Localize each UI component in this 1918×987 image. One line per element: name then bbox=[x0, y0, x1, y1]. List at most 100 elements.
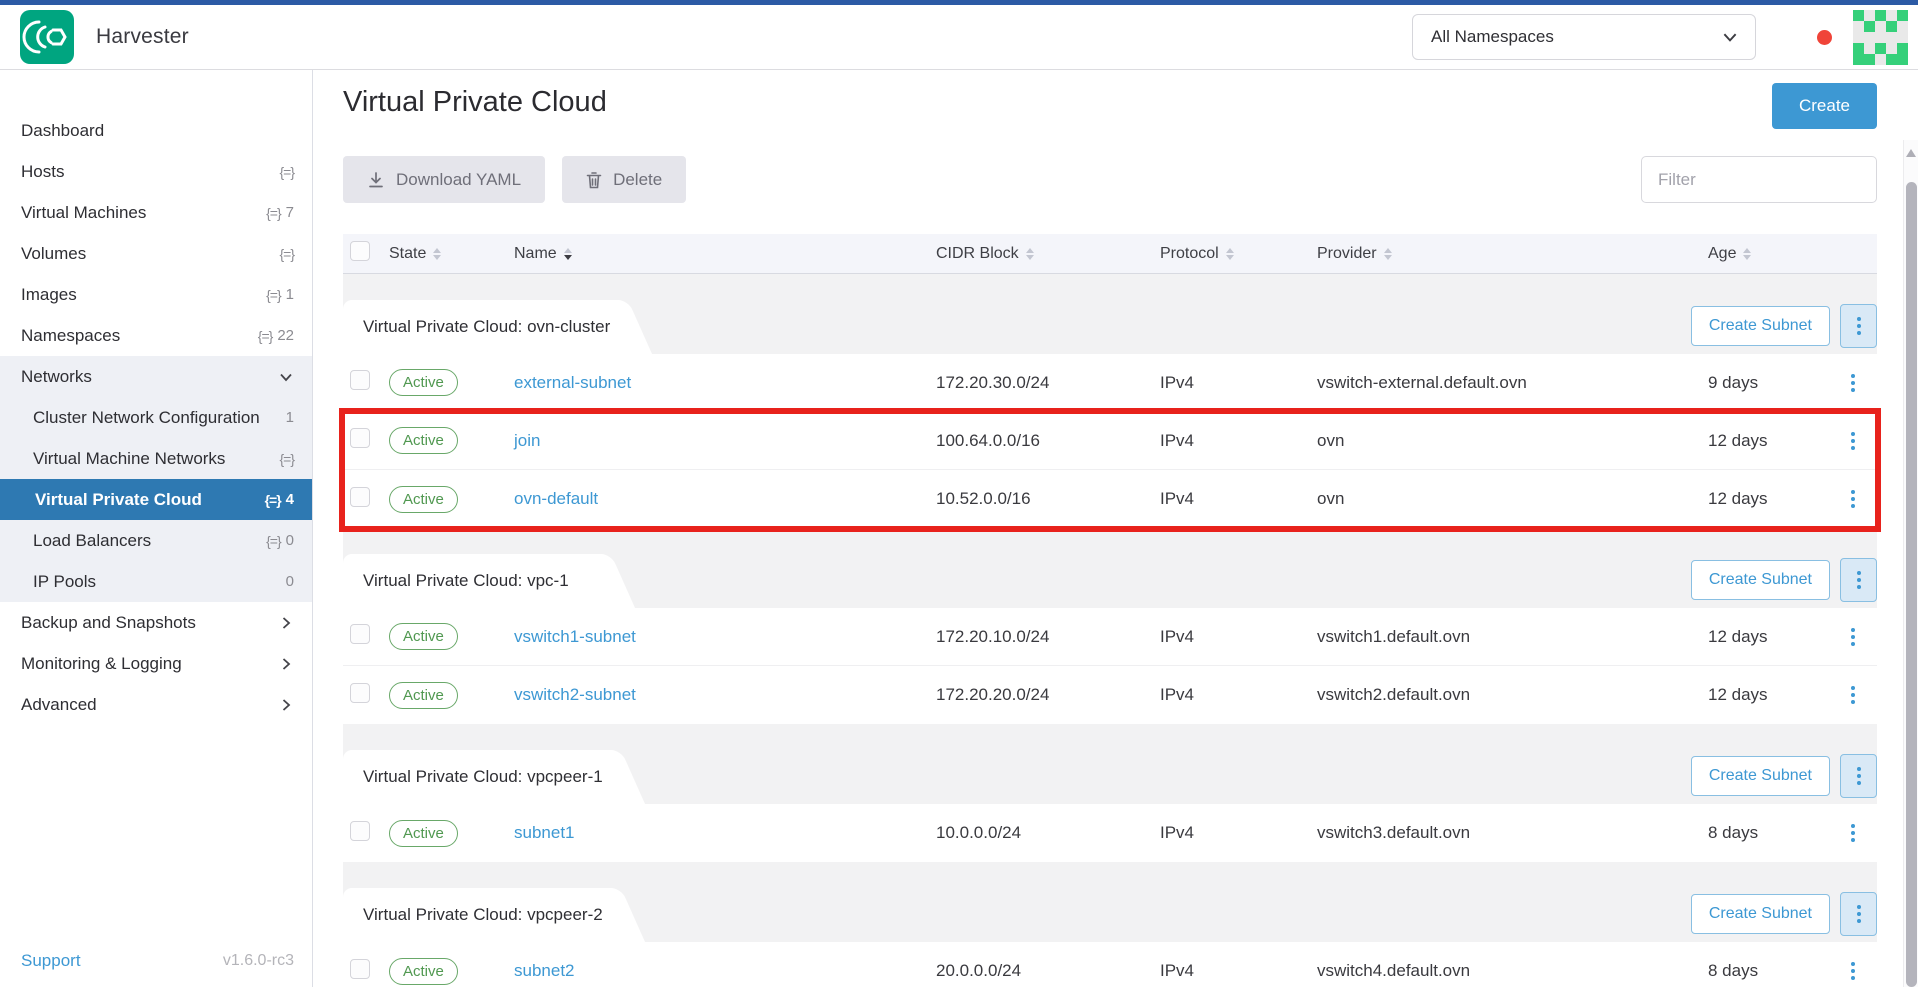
sidebar-item-count: 4 bbox=[286, 491, 294, 508]
kebab-icon bbox=[1857, 767, 1861, 785]
user-avatar[interactable] bbox=[1853, 10, 1908, 65]
group-header: Virtual Private Cloud: vpcpeer-2Create S… bbox=[343, 862, 1877, 942]
row-checkbox[interactable] bbox=[350, 959, 370, 979]
protocol-cell: IPv4 bbox=[1160, 431, 1317, 451]
row-actions-kebab[interactable] bbox=[1828, 824, 1877, 842]
subnet-name-link[interactable]: subnet1 bbox=[514, 823, 575, 842]
group-actions-kebab[interactable] bbox=[1840, 754, 1877, 798]
status-badge: Active bbox=[389, 820, 458, 847]
create-subnet-button[interactable]: Create Subnet bbox=[1691, 306, 1830, 346]
sort-carets-icon bbox=[564, 248, 572, 260]
table-row: Activeexternal-subnet172.20.30.0/24IPv4v… bbox=[343, 354, 1877, 412]
sidebar-item-cluster-network-configuration[interactable]: Cluster Network Configuration1 bbox=[0, 397, 312, 438]
sidebar-item-dashboard[interactable]: Dashboard bbox=[0, 110, 312, 151]
sidebar-item-count: 22 bbox=[277, 327, 294, 344]
sidebar-item-label: Advanced bbox=[21, 695, 97, 715]
sidebar-item-load-balancers[interactable]: Load Balancers{=}0 bbox=[0, 520, 312, 561]
delete-button[interactable]: Delete bbox=[562, 156, 686, 203]
row-checkbox[interactable] bbox=[350, 683, 370, 703]
sidebar-item-backup-and-snapshots[interactable]: Backup and Snapshots bbox=[0, 602, 312, 643]
namespace-selector[interactable]: All Namespaces bbox=[1412, 14, 1756, 60]
group-actions-kebab[interactable] bbox=[1840, 558, 1877, 602]
row-actions-kebab[interactable] bbox=[1828, 432, 1877, 450]
create-button[interactable]: Create bbox=[1772, 83, 1877, 129]
app-header: Harvester All Namespaces bbox=[0, 5, 1918, 70]
row-checkbox[interactable] bbox=[350, 428, 370, 448]
identicon-cell bbox=[1886, 21, 1897, 32]
scrollbar-thumb[interactable] bbox=[1906, 182, 1917, 987]
support-link[interactable]: Support bbox=[21, 951, 81, 971]
sidebar-item-meta: {=} bbox=[279, 451, 294, 467]
provider-cell: vswitch3.default.ovn bbox=[1317, 823, 1708, 843]
group-actions-kebab[interactable] bbox=[1840, 892, 1877, 936]
column-header-age[interactable]: Age bbox=[1708, 245, 1828, 263]
subnet-name-link[interactable]: vswitch1-subnet bbox=[514, 627, 636, 646]
vpc-table: State Name CIDR Block Protocol Provider … bbox=[343, 234, 1877, 987]
cluster-scope-icon: {=} bbox=[266, 533, 281, 549]
column-header-name[interactable]: Name bbox=[514, 245, 936, 263]
group-actions-kebab[interactable] bbox=[1840, 304, 1877, 348]
row-actions-kebab[interactable] bbox=[1828, 490, 1877, 508]
group-header: Virtual Private Cloud: vpc-1Create Subne… bbox=[343, 528, 1877, 608]
table-row: Activevswitch2-subnet172.20.20.0/24IPv4v… bbox=[343, 666, 1877, 724]
row-actions-kebab[interactable] bbox=[1828, 374, 1877, 392]
sidebar-item-advanced[interactable]: Advanced bbox=[0, 684, 312, 725]
sidebar-item-ip-pools[interactable]: IP Pools0 bbox=[0, 561, 312, 602]
sidebar-item-label: Hosts bbox=[21, 162, 64, 182]
subnet-name-link[interactable]: ovn-default bbox=[514, 489, 598, 508]
sidebar-item-virtual-machines[interactable]: Virtual Machines{=}7 bbox=[0, 192, 312, 233]
sidebar-item-label: Cluster Network Configuration bbox=[33, 408, 260, 428]
column-header-protocol[interactable]: Protocol bbox=[1160, 245, 1317, 263]
status-badge: Active bbox=[389, 958, 458, 985]
identicon-cell bbox=[1853, 54, 1864, 65]
select-all-checkbox[interactable] bbox=[350, 241, 370, 261]
identicon-cell bbox=[1864, 32, 1875, 43]
cidr-block-cell: 100.64.0.0/16 bbox=[936, 431, 1160, 451]
sidebar-item-meta bbox=[278, 656, 294, 672]
subnet-name-link[interactable]: subnet2 bbox=[514, 961, 575, 980]
cidr-block-cell: 10.52.0.0/16 bbox=[936, 489, 1160, 509]
column-header-state[interactable]: State bbox=[389, 245, 514, 263]
protocol-cell: IPv4 bbox=[1160, 627, 1317, 647]
sidebar-item-images[interactable]: Images{=}1 bbox=[0, 274, 312, 315]
row-checkbox[interactable] bbox=[350, 370, 370, 390]
chevron-right-icon bbox=[278, 615, 294, 631]
vpc-group: Virtual Private Cloud: ovn-clusterCreate… bbox=[343, 274, 1877, 528]
sidebar-item-virtual-machine-networks[interactable]: Virtual Machine Networks{=} bbox=[0, 438, 312, 479]
provider-cell: vswitch2.default.ovn bbox=[1317, 685, 1708, 705]
column-header-cidr-block[interactable]: CIDR Block bbox=[936, 245, 1160, 263]
sidebar-item-namespaces[interactable]: Namespaces{=}22 bbox=[0, 315, 312, 356]
row-checkbox[interactable] bbox=[350, 487, 370, 507]
row-checkbox[interactable] bbox=[350, 624, 370, 644]
create-subnet-button[interactable]: Create Subnet bbox=[1691, 894, 1830, 934]
sidebar-item-virtual-private-cloud[interactable]: Virtual Private Cloud{=}4 bbox=[0, 479, 312, 520]
age-cell: 12 days bbox=[1708, 685, 1828, 705]
download-yaml-button[interactable]: Download YAML bbox=[343, 156, 545, 203]
filter-input[interactable] bbox=[1641, 156, 1877, 203]
age-cell: 12 days bbox=[1708, 431, 1828, 451]
sidebar-item-count: 1 bbox=[286, 286, 294, 303]
sidebar-item-meta: {=}4 bbox=[265, 491, 294, 508]
subnet-name-link[interactable]: vswitch2-subnet bbox=[514, 685, 636, 704]
sidebar-item-meta: {=}7 bbox=[266, 204, 294, 221]
row-checkbox[interactable] bbox=[350, 821, 370, 841]
subnet-name-link[interactable]: join bbox=[514, 431, 540, 450]
row-actions-kebab[interactable] bbox=[1828, 628, 1877, 646]
sidebar-item-monitoring-logging[interactable]: Monitoring & Logging bbox=[0, 643, 312, 684]
sidebar-item-meta: {=} bbox=[279, 164, 294, 180]
sidebar-item-hosts[interactable]: Hosts {=} bbox=[0, 151, 312, 192]
sidebar-item-volumes[interactable]: Volumes{=} bbox=[0, 233, 312, 274]
kebab-icon bbox=[1857, 317, 1861, 335]
sidebar-item-networks[interactable]: Networks bbox=[0, 356, 312, 397]
scroll-up-arrow-icon[interactable] bbox=[1906, 149, 1916, 157]
subnet-name-link[interactable]: external-subnet bbox=[514, 373, 631, 392]
row-actions-kebab[interactable] bbox=[1828, 686, 1877, 704]
protocol-cell: IPv4 bbox=[1160, 685, 1317, 705]
create-subnet-button[interactable]: Create Subnet bbox=[1691, 560, 1830, 600]
create-subnet-button[interactable]: Create Subnet bbox=[1691, 756, 1830, 796]
row-actions-kebab[interactable] bbox=[1828, 962, 1877, 980]
column-header-provider[interactable]: Provider bbox=[1317, 245, 1708, 263]
cidr-block-cell: 172.20.10.0/24 bbox=[936, 627, 1160, 647]
identicon-cell bbox=[1853, 43, 1864, 54]
age-cell: 12 days bbox=[1708, 627, 1828, 647]
